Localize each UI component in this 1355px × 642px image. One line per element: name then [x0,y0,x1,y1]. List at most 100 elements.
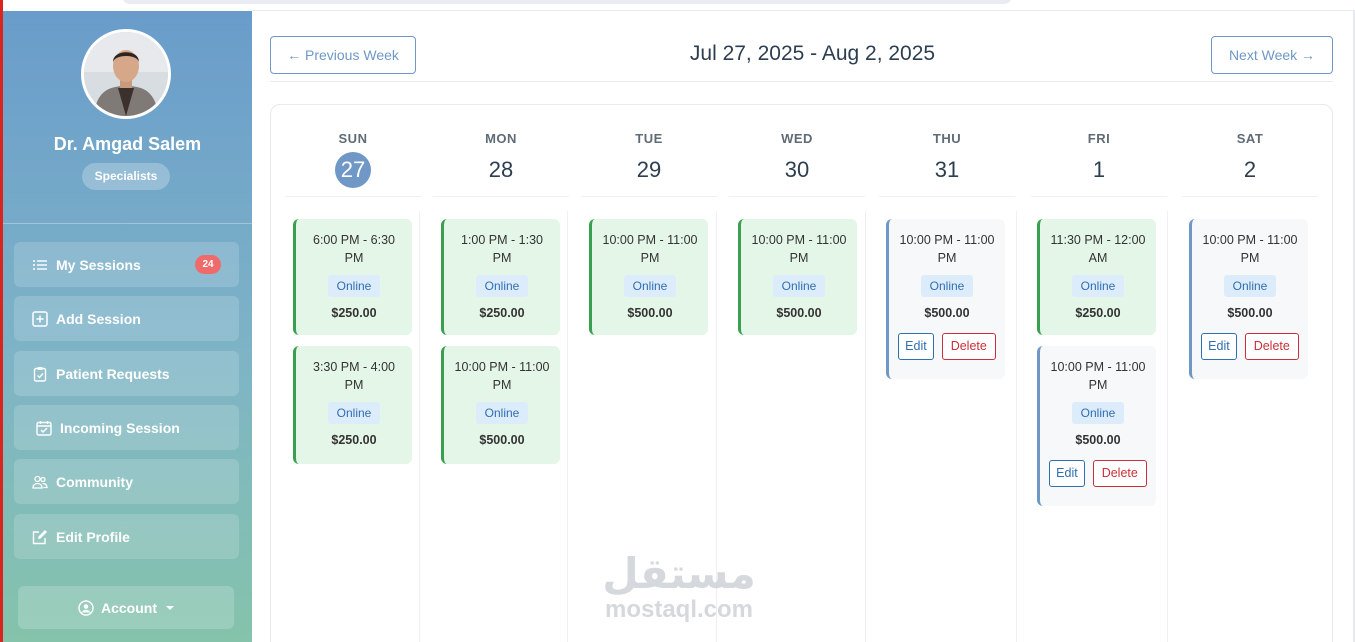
sidebar-item-add-session[interactable]: Add Session [14,296,239,341]
session-time: 10:00 PM - 11:00 PM [899,233,995,265]
plus-square-icon [32,310,48,327]
sidebar-divider [3,223,252,224]
day-name: MON [485,131,517,146]
edit-button[interactable]: Edit [1201,333,1237,360]
people-icon [32,475,48,489]
session-price: $250.00 [1075,306,1121,320]
day-number-today: 27 [335,152,371,188]
session-time: 10:00 PM - 11:00 PM [1202,233,1298,265]
session-time: 10:00 PM - 11:00 PM [454,360,550,392]
session-time: 3:30 PM - 4:00 PM [313,360,395,392]
day-name: THU [932,131,962,146]
sessions-count-badge: 24 [195,255,221,274]
day-name: TUE [635,131,663,146]
day-number: 28 [488,157,514,182]
session-mode-badge: Online [475,275,529,297]
session-card[interactable]: 6:00 PM - 6:30 PM Online $250.00 [293,219,412,335]
chevron-down-icon [166,605,174,610]
sidebar-item-edit-profile[interactable]: Edit Profile [14,514,239,559]
session-time: 6:00 PM - 6:30 PM [313,233,395,265]
session-mode-badge: Online [772,275,826,297]
session-card[interactable]: 10:00 PM - 11:00 PM Online $500.00 Edit … [886,219,1005,379]
sidebar-item-label: Edit Profile [56,528,130,545]
sidebar-item-my-sessions[interactable]: My Sessions 24 [14,242,239,287]
account-dropdown[interactable]: Account [18,586,234,629]
edit-button[interactable]: Edit [898,333,934,360]
clipboard-check-icon [33,366,47,382]
session-card[interactable]: 3:30 PM - 4:00 PM Online $250.00 [293,346,412,464]
session-price: $500.00 [1075,433,1121,447]
next-week-button[interactable]: Next Week → [1211,36,1333,74]
session-time: 11:30 PM - 12:00 AM [1050,233,1146,265]
calendar-check-icon [36,420,52,436]
session-mode-badge: Online [1071,402,1125,424]
session-mode-badge: Online [327,402,381,424]
week-range-title: Jul 27, 2025 - Aug 2, 2025 [689,42,936,65]
sidebar-item-patient-requests[interactable]: Patient Requests [14,351,239,396]
column-divider [419,211,420,642]
session-card[interactable]: 1:00 PM - 1:30 PM Online $250.00 [441,219,560,335]
session-card[interactable]: 11:30 PM - 12:00 AM Online $250.00 [1037,219,1156,335]
session-card[interactable]: 10:00 PM - 11:00 PM Online $500.00 [738,219,857,335]
session-mode-badge: Online [920,275,974,297]
session-price: $250.00 [331,433,377,447]
day-name: SUN [338,131,368,146]
session-time: 10:00 PM - 11:00 PM [602,233,698,265]
session-price: $500.00 [776,306,822,320]
role-badge: Specialists [82,163,170,190]
day-header-mon[interactable]: MON 28 [433,105,569,197]
watermark: مستقل mostaql.com [594,552,764,624]
user-circle-icon [78,599,94,616]
sidebar-item-label: Patient Requests [56,365,170,382]
avatar[interactable] [81,29,171,119]
session-price: $500.00 [627,306,673,320]
session-card[interactable]: 10:00 PM - 11:00 PM Online $500.00 [589,219,708,335]
sidebar-item-label: Incoming Session [60,419,180,436]
watermark-latin: mostaql.com [604,596,754,623]
session-price: $500.00 [479,433,525,447]
previous-week-button[interactable]: ← Previous Week [270,36,416,74]
delete-button[interactable]: Delete [941,333,996,360]
day-number: 31 [934,157,960,182]
doctor-photo [84,32,168,116]
day-name: WED [781,131,813,146]
list-icon [33,259,47,270]
session-time: 10:00 PM - 11:00 PM [1050,360,1146,392]
day-name: SAT [1236,131,1264,146]
session-card[interactable]: 10:00 PM - 11:00 PM Online $500.00 Edit … [1037,346,1156,506]
session-mode-badge: Online [1223,275,1277,297]
account-label: Account [101,599,157,616]
day-header-thu[interactable]: THU 31 [879,105,1015,197]
header-divider [270,81,1333,82]
session-mode-badge: Online [623,275,677,297]
day-header-wed[interactable]: WED 30 [729,105,865,197]
day-name: FRI [1087,131,1111,146]
day-number: 2 [1243,157,1257,182]
column-divider [865,211,866,642]
session-mode-badge: Online [1071,275,1125,297]
top-bar [122,0,1355,11]
sidebar-item-incoming-session[interactable]: Incoming Session [14,405,239,450]
edit-button[interactable]: Edit [1049,460,1085,487]
session-time: 10:00 PM - 11:00 PM [751,233,847,265]
week-calendar: SUN 27 MON 28 TUE 29 WED 30 THU 31 FRI 1… [270,104,1333,642]
session-card[interactable]: 10:00 PM - 11:00 PM Online $500.00 Edit … [1189,219,1308,379]
day-header-tue[interactable]: TUE 29 [581,105,717,197]
session-price: $500.00 [1227,306,1273,320]
column-divider [1016,211,1017,642]
sidebar-item-label: Add Session [56,310,141,327]
session-mode-badge: Online [327,275,381,297]
session-price: $500.00 [924,306,970,320]
day-header-fri[interactable]: FRI 1 [1031,105,1167,197]
top-search-pill [122,0,1012,4]
delete-button[interactable]: Delete [1092,460,1147,487]
doctor-name: Dr. Amgad Salem [53,134,202,154]
session-mode-badge: Online [475,402,529,424]
day-header-sat[interactable]: SAT 2 [1182,105,1318,197]
session-price: $250.00 [479,306,525,320]
session-card[interactable]: 10:00 PM - 11:00 PM Online $500.00 [441,346,560,464]
day-header-sun[interactable]: SUN 27 [285,105,421,197]
sidebar-item-community[interactable]: Community [14,459,239,504]
delete-button[interactable]: Delete [1244,333,1299,360]
day-number: 1 [1092,157,1106,182]
